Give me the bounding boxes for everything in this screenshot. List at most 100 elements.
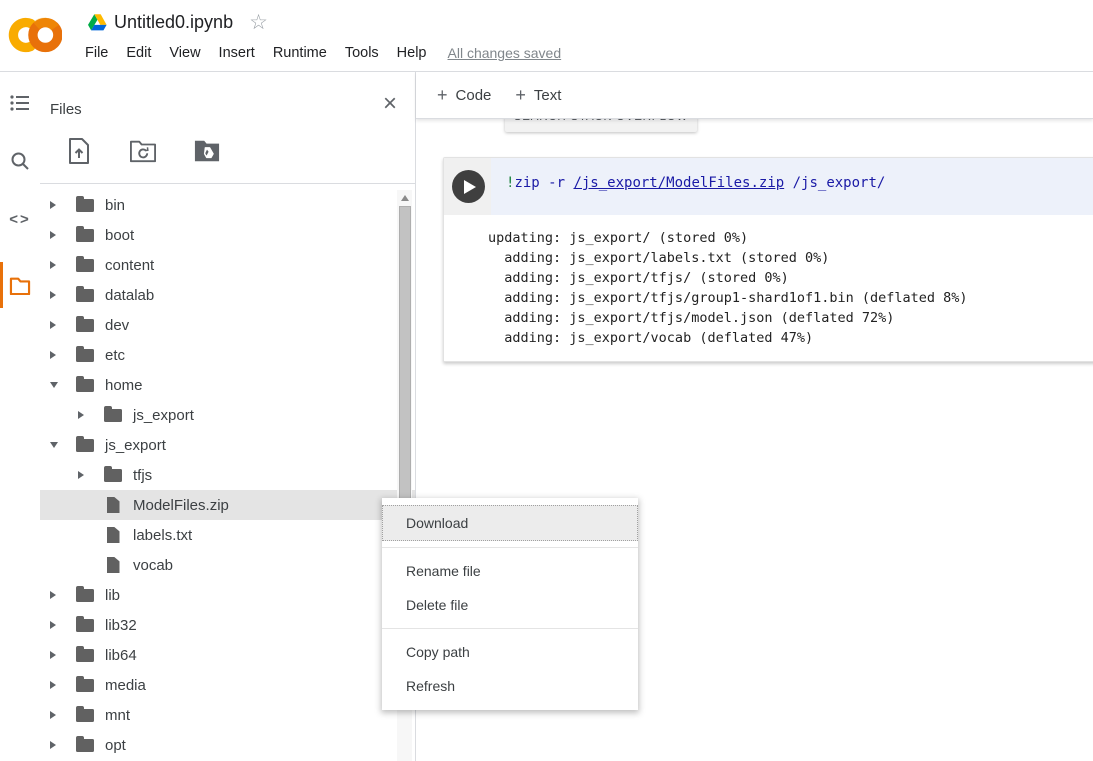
cell-toolbar: + Code + Text <box>416 72 1093 119</box>
context-menu-rename-file[interactable]: Rename file <box>382 554 638 588</box>
menubar: File Edit View Insert Runtime Tools Help… <box>76 41 561 65</box>
tree-item-js-export[interactable]: js_export <box>40 430 415 460</box>
expand-arrow-icon[interactable] <box>50 738 76 752</box>
tree-item-lib[interactable]: lib <box>40 580 415 610</box>
output-line: adding: js_export/vocab (deflated 47%) <box>488 328 1093 348</box>
expand-arrow-icon[interactable] <box>50 588 76 602</box>
expand-arrow-icon[interactable] <box>50 228 76 242</box>
save-status[interactable]: All changes saved <box>448 45 562 61</box>
folder-glyph-icon <box>104 469 122 482</box>
menu-file[interactable]: File <box>76 41 117 65</box>
tree-item-label: etc <box>105 347 125 364</box>
expand-arrow-icon[interactable] <box>50 348 76 362</box>
toc-icon <box>10 94 30 112</box>
tree-item-mnt[interactable]: mnt <box>40 700 415 730</box>
toc-button[interactable] <box>0 80 40 126</box>
mount-drive-button[interactable] <box>194 138 220 164</box>
tree-item-lib32[interactable]: lib32 <box>40 610 415 640</box>
files-button[interactable] <box>0 262 40 308</box>
tree-item-vocab[interactable]: vocab <box>40 550 415 580</box>
code-command-token: zip -r <box>514 175 573 191</box>
drive-icon <box>88 14 107 31</box>
context-menu-download[interactable]: Download <box>382 505 638 541</box>
folder-glyph-icon <box>76 289 94 302</box>
code-input[interactable]: !zip -r /js_export/ModelFiles.zip /js_ex… <box>491 158 1093 215</box>
cell-editor: !zip -r /js_export/ModelFiles.zip /js_ex… <box>444 158 1093 215</box>
tree-item-label: opt <box>105 737 126 754</box>
cell-output: updating: js_export/ (stored 0%) adding:… <box>444 215 1093 361</box>
menu-runtime[interactable]: Runtime <box>264 41 336 65</box>
folder-glyph-icon <box>76 679 94 692</box>
menu-insert[interactable]: Insert <box>210 41 264 65</box>
refresh-folder-button[interactable] <box>130 138 156 164</box>
expand-arrow-icon[interactable] <box>50 648 76 662</box>
refresh-folder-icon <box>130 139 156 163</box>
expand-arrow-icon[interactable] <box>50 288 76 302</box>
file-glyph-icon <box>107 527 120 543</box>
tree-item-etc[interactable]: etc <box>40 340 415 370</box>
scrollbar-thumb[interactable] <box>399 206 411 499</box>
run-cell-button[interactable] <box>452 170 485 203</box>
upload-file-icon <box>68 138 90 164</box>
folder-glyph-icon <box>76 739 94 752</box>
code-cell: !zip -r /js_export/ModelFiles.zip /js_ex… <box>443 157 1093 362</box>
arrow-spacer <box>78 528 104 542</box>
notebook-title[interactable]: Untitled0.ipynb <box>114 12 233 33</box>
tree-item-home-js-export[interactable]: js_export <box>40 400 415 430</box>
search-button[interactable] <box>0 138 40 184</box>
context-menu-delete-file[interactable]: Delete file <box>382 588 638 622</box>
expand-arrow-icon[interactable] <box>50 258 76 272</box>
folder-glyph-icon <box>76 319 94 332</box>
tree-item-label: vocab <box>133 557 173 574</box>
tree-item-content[interactable]: content <box>40 250 415 280</box>
add-code-button[interactable]: + Code <box>437 85 491 106</box>
files-panel: Files × <box>40 72 415 761</box>
folder-glyph-icon <box>76 709 94 722</box>
expand-arrow-icon[interactable] <box>78 408 104 422</box>
tree-item-lib64[interactable]: lib64 <box>40 640 415 670</box>
menu-edit[interactable]: Edit <box>117 41 160 65</box>
code-snippets-button[interactable]: <> <box>0 196 40 242</box>
output-line: adding: js_export/tfjs/group1-shard1of1.… <box>488 288 1093 308</box>
upload-file-button[interactable] <box>66 138 92 164</box>
code-path-link[interactable]: /js_export/ModelFiles.zip <box>573 175 784 191</box>
tree-item-dev[interactable]: dev <box>40 310 415 340</box>
expand-arrow-icon[interactable] <box>50 618 76 632</box>
tree-item-media[interactable]: media <box>40 670 415 700</box>
tree-item-label: js_export <box>133 407 194 424</box>
header: Untitled0.ipynb ☆ File Edit View Insert … <box>0 0 1093 72</box>
expand-arrow-icon[interactable] <box>78 468 104 482</box>
scroll-up-icon[interactable] <box>397 192 412 204</box>
tree-item-label: mnt <box>105 707 130 724</box>
tree-item-modelfiles-zip[interactable]: ModelFiles.zip <box>40 490 415 520</box>
tree-item-bin[interactable]: bin <box>40 190 415 220</box>
menu-view[interactable]: View <box>160 41 209 65</box>
close-icon[interactable]: × <box>383 92 397 116</box>
context-menu-refresh[interactable]: Refresh <box>382 669 638 703</box>
folder-glyph-icon <box>76 379 94 392</box>
add-text-button[interactable]: + Text <box>515 85 561 106</box>
collapse-arrow-icon[interactable] <box>50 438 76 452</box>
tree-item-label: lib <box>105 587 120 604</box>
tree-item-label: content <box>105 257 154 274</box>
tree-item-opt[interactable]: opt <box>40 730 415 760</box>
tree-item-tfjs[interactable]: tfjs <box>40 460 415 490</box>
plus-icon: + <box>515 85 526 106</box>
menu-tools[interactable]: Tools <box>336 41 388 65</box>
tree-item-datalab[interactable]: datalab <box>40 280 415 310</box>
expand-arrow-icon[interactable] <box>50 708 76 722</box>
expand-arrow-icon[interactable] <box>50 678 76 692</box>
collapse-arrow-icon[interactable] <box>50 378 76 392</box>
star-icon[interactable]: ☆ <box>249 12 268 33</box>
context-menu-copy-path[interactable]: Copy path <box>382 635 638 669</box>
expand-arrow-icon[interactable] <box>50 198 76 212</box>
folder-icon <box>9 276 31 295</box>
folder-glyph-icon <box>76 199 94 212</box>
tree-item-boot[interactable]: boot <box>40 220 415 250</box>
code-icon: <> <box>9 211 31 228</box>
tree-item-labels-txt[interactable]: labels.txt <box>40 520 415 550</box>
menu-help[interactable]: Help <box>388 41 436 65</box>
colab-logo[interactable] <box>8 14 62 56</box>
expand-arrow-icon[interactable] <box>50 318 76 332</box>
tree-item-home[interactable]: home <box>40 370 415 400</box>
